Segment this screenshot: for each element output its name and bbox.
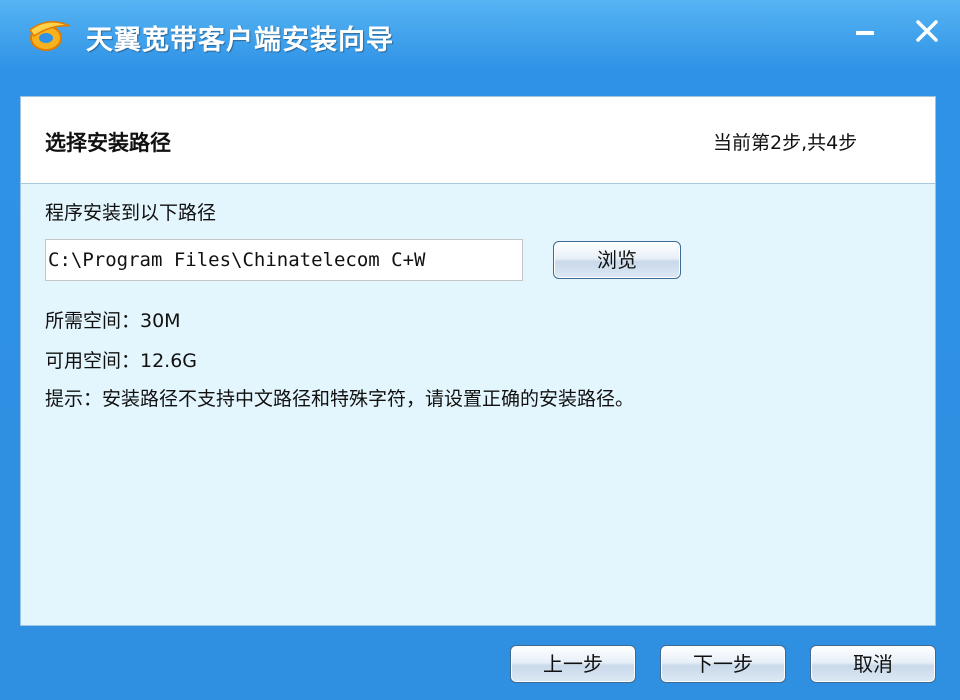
install-path-label: 程序安装到以下路径 bbox=[45, 202, 217, 224]
cancel-button[interactable]: 取消 bbox=[810, 645, 936, 683]
panel-header: 选择安装路径 当前第2步,共4步 bbox=[21, 97, 935, 184]
available-space-text: 可用空间：12.6G bbox=[45, 350, 198, 372]
close-icon[interactable] bbox=[910, 16, 944, 46]
page-title: 选择安装路径 bbox=[45, 131, 171, 155]
install-path-input[interactable] bbox=[45, 239, 523, 281]
next-step-button[interactable]: 下一步 bbox=[660, 645, 786, 683]
minimize-icon[interactable] bbox=[848, 16, 882, 46]
browse-button[interactable]: 浏览 bbox=[553, 241, 681, 279]
previous-step-button[interactable]: 上一步 bbox=[510, 645, 636, 683]
hint-text: 提示：安装路径不支持中文路径和特殊字符，请设置正确的安装路径。 bbox=[45, 388, 635, 410]
title-bar[interactable]: 天翼宽带客户端安装向导 bbox=[0, 0, 960, 80]
content-panel: 选择安装路径 当前第2步,共4步 程序安装到以下路径 浏览 所需空间：30M 可… bbox=[20, 96, 936, 626]
window-title: 天翼宽带客户端安装向导 bbox=[86, 25, 394, 56]
installer-window: 天翼宽带客户端安装向导 选择安装路径 当前第2步,共4步 程序安装到以下路径 浏… bbox=[0, 0, 960, 700]
step-indicator: 当前第2步,共4步 bbox=[713, 132, 858, 154]
chinatelecom-logo-icon bbox=[26, 18, 74, 54]
required-space-text: 所需空间：30M bbox=[45, 310, 181, 332]
